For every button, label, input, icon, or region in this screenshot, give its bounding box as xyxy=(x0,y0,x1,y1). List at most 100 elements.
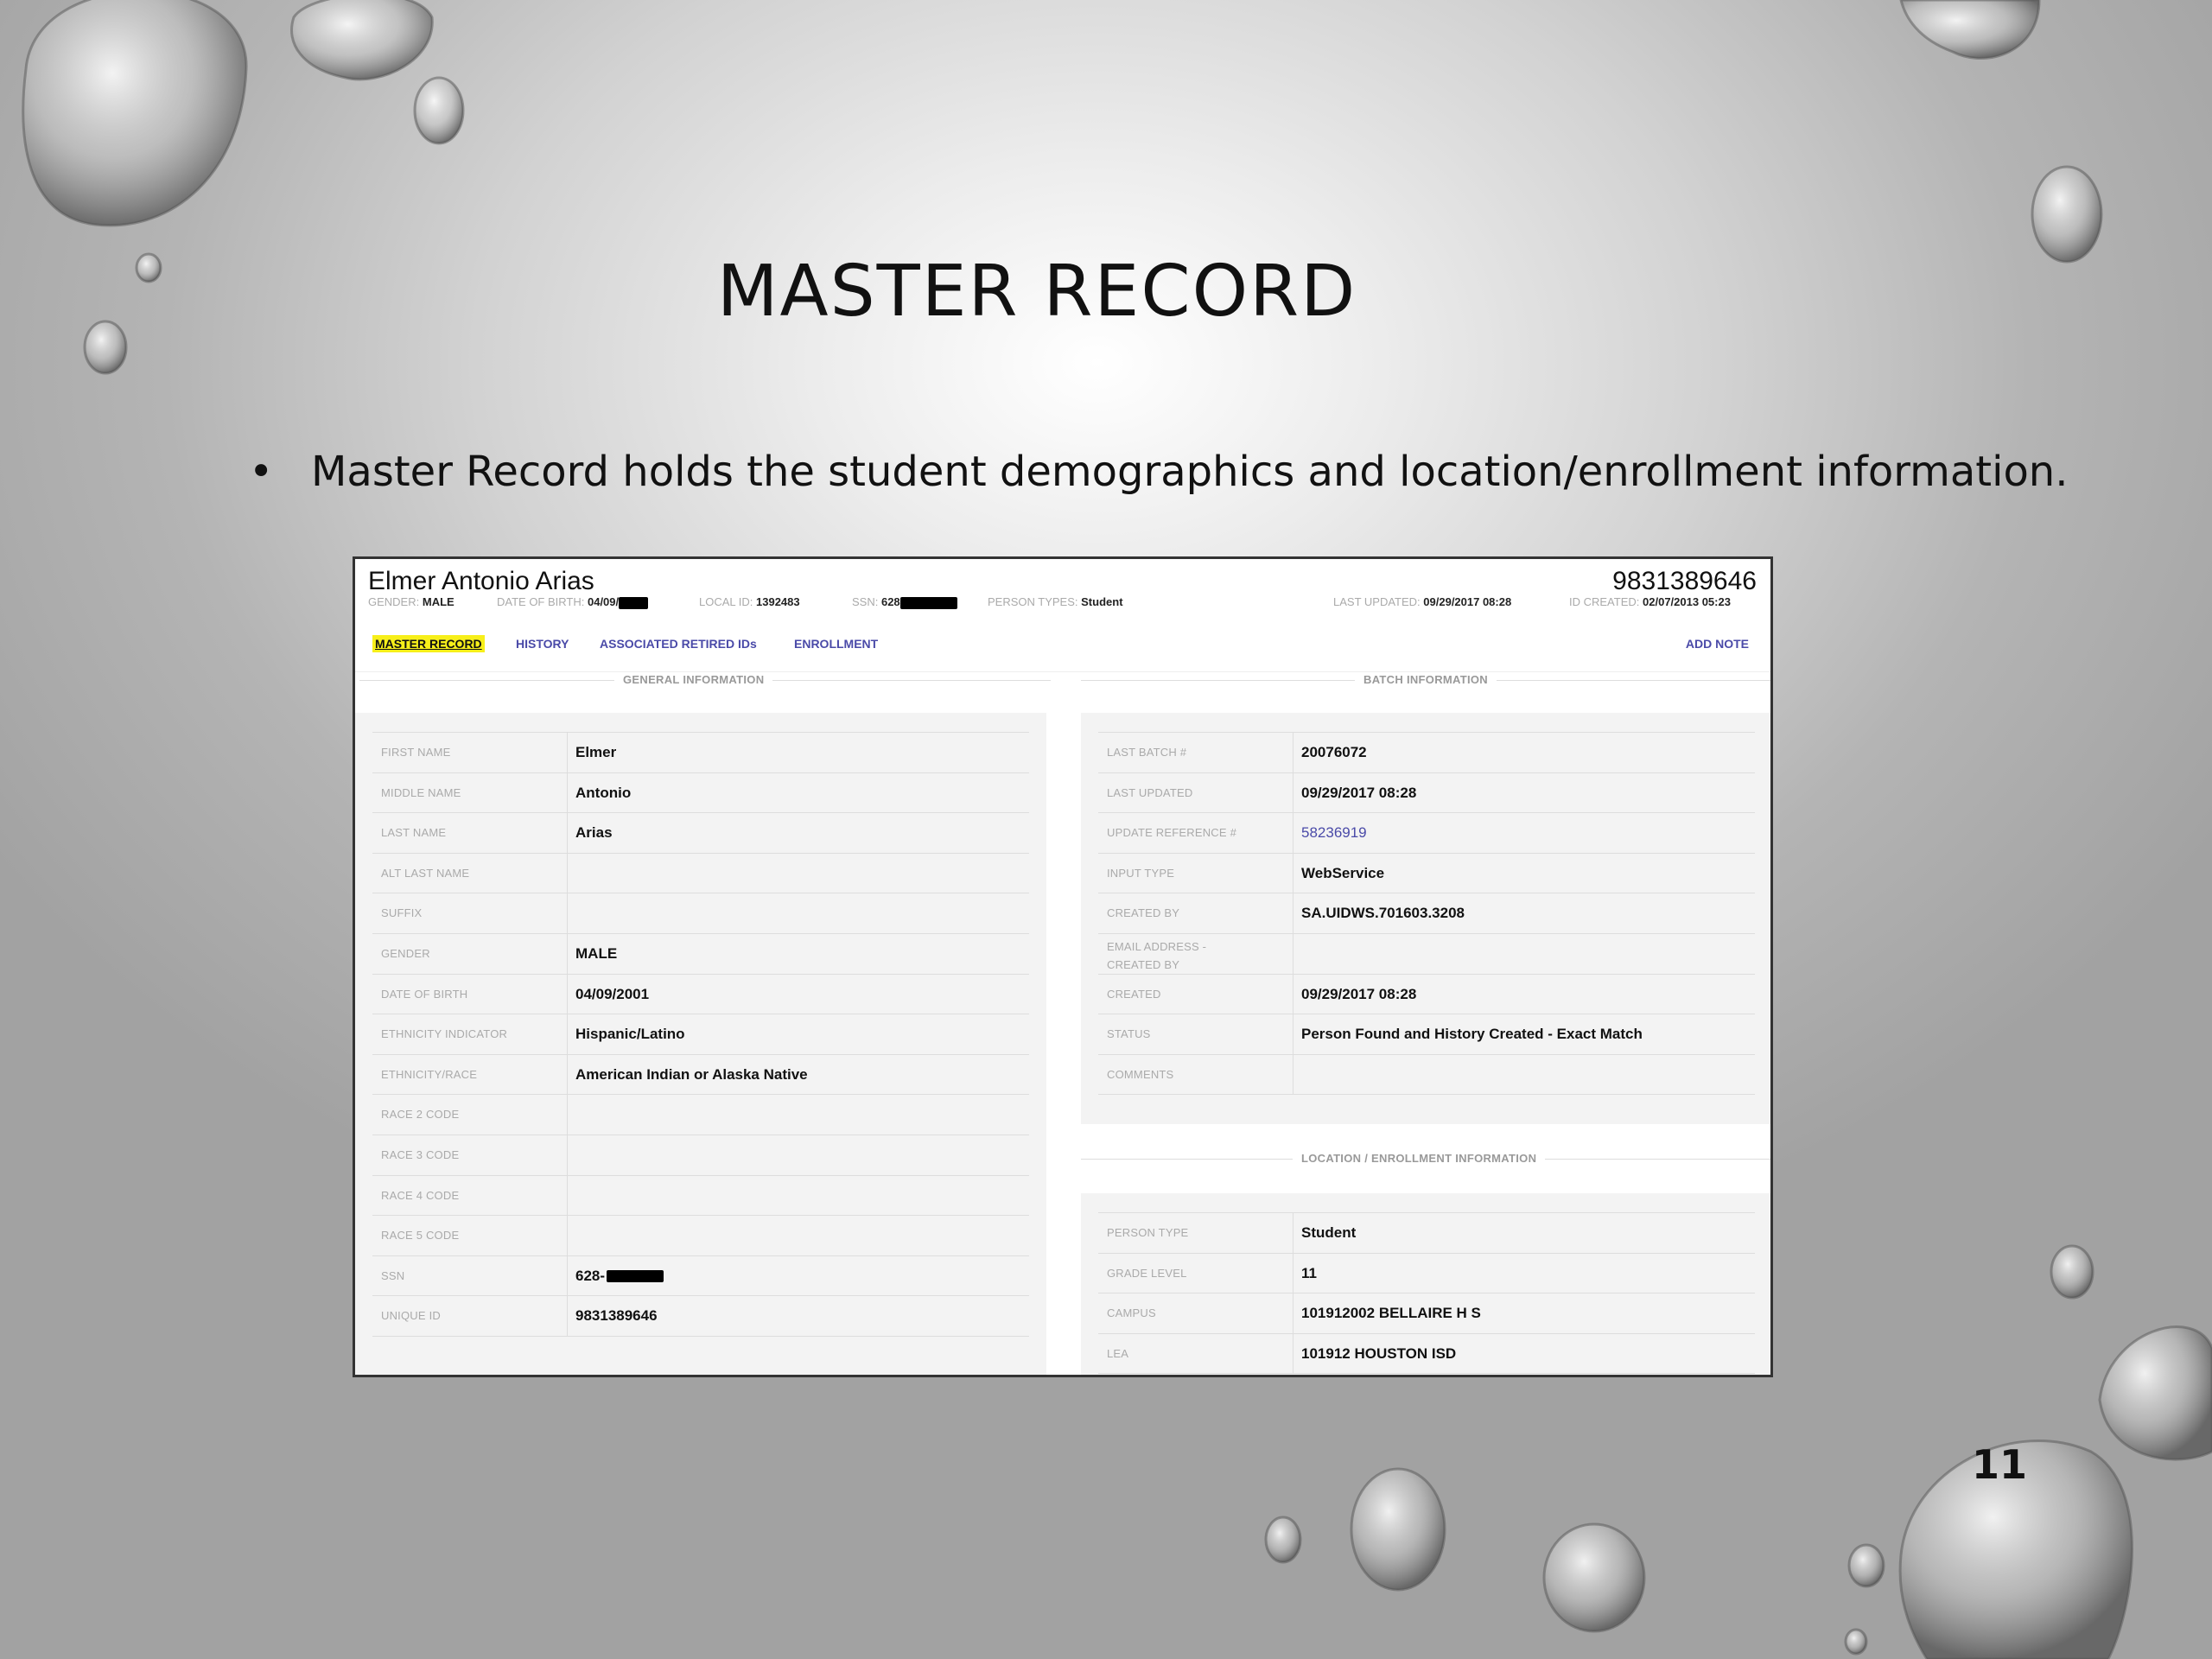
field-label: ALT LAST NAME xyxy=(381,866,470,880)
table-row: CREATED 09/29/2017 08:28 xyxy=(1098,973,1755,1014)
field-label: RACE 3 CODE xyxy=(381,1148,460,1161)
field-label: DATE OF BIRTH xyxy=(381,987,468,1001)
table-row: ALT LAST NAME xyxy=(372,852,1029,893)
column-divider xyxy=(567,1054,568,1095)
table-row: RACE 4 CODE xyxy=(372,1174,1029,1216)
column-divider xyxy=(567,893,568,934)
redaction-mark xyxy=(607,1269,664,1282)
field-label: RACE 5 CODE xyxy=(381,1229,460,1243)
table-row: INPUT TYPE WebService xyxy=(1098,852,1755,893)
column-divider xyxy=(567,733,568,772)
field-label: LEA xyxy=(1107,1346,1129,1360)
column-divider xyxy=(1293,1253,1294,1294)
table-row: LAST UPDATED 09/29/2017 08:28 xyxy=(1098,772,1755,813)
column-divider xyxy=(567,1014,568,1055)
field-label: CAMPUS xyxy=(1107,1306,1156,1320)
field-label: GENDER xyxy=(381,947,430,960)
location-enrollment-heading: LOCATION / ENROLLMENT INFORMATION xyxy=(1293,1152,1546,1165)
gender-meta: GENDER: MALE xyxy=(368,595,454,608)
table-row: PERSON TYPE Student xyxy=(1098,1212,1755,1253)
table-row: LAST NAME Arias xyxy=(372,812,1029,854)
column-divider xyxy=(1293,1294,1294,1334)
table-row: CAMPUS 101912002 BELLAIRE H S xyxy=(1098,1293,1755,1334)
table-row: SUFFIX xyxy=(372,893,1029,934)
table-bottom-rule xyxy=(1098,1094,1755,1096)
field-label: MIDDLE NAME xyxy=(381,785,461,799)
field-label: SSN xyxy=(381,1268,405,1282)
field-label: COMMENTS xyxy=(1107,1067,1174,1081)
field-value: 11 xyxy=(1301,1264,1317,1281)
column-divider xyxy=(567,1135,568,1175)
field-value-link[interactable]: 58236919 xyxy=(1301,824,1367,842)
column-divider xyxy=(567,1095,568,1135)
tab-history[interactable]: HISTORY xyxy=(513,635,571,652)
last-updated-meta: LAST UPDATED: 09/29/2017 08:28 xyxy=(1333,595,1512,608)
field-label: INPUT TYPE xyxy=(1107,866,1175,880)
master-record-screenshot: Elmer Antonio Arias 9831389646 GENDER: M… xyxy=(353,556,1773,1377)
table-row: RACE 3 CODE xyxy=(372,1135,1029,1175)
column-divider xyxy=(1293,974,1294,1014)
record-tabs: MASTER RECORD HISTORY ASSOCIATED RETIRED… xyxy=(355,623,1770,672)
person-name: Elmer Antonio Arias xyxy=(368,567,594,595)
dob-meta: DATE OF BIRTH: 04/09/ xyxy=(497,595,649,609)
column-divider xyxy=(1293,853,1294,893)
table-row: ETHNICITY INDICATOR Hispanic/Latino xyxy=(372,1014,1029,1055)
column-divider xyxy=(567,772,568,813)
column-divider xyxy=(1293,1014,1294,1055)
column-divider xyxy=(567,1216,568,1256)
table-row: LAST BATCH # 20076072 xyxy=(1098,732,1755,772)
table-row: CREATED BY SA.UIDWS.701603.3208 xyxy=(1098,893,1755,934)
field-label: LAST UPDATED xyxy=(1107,785,1193,799)
field-label: GRADE LEVEL xyxy=(1107,1266,1187,1280)
tab-enrollment[interactable]: ENROLLMENT xyxy=(791,635,880,652)
column-divider xyxy=(567,1255,568,1296)
ssn-meta: SSN: 628 xyxy=(852,595,957,609)
field-value: 101912002 BELLAIRE H S xyxy=(1301,1305,1481,1322)
batch-information-heading: BATCH INFORMATION xyxy=(1355,673,1497,686)
column-divider xyxy=(567,853,568,893)
field-value: SA.UIDWS.701603.3208 xyxy=(1301,905,1465,922)
table-row: RACE 5 CODE xyxy=(372,1215,1029,1256)
field-label: EMAIL ADDRESS - CREATED BY xyxy=(1107,940,1207,971)
field-value: Hispanic/Latino xyxy=(575,1026,685,1043)
field-value: MALE xyxy=(575,945,618,962)
column-divider xyxy=(1293,893,1294,934)
column-divider xyxy=(567,1175,568,1216)
column-divider xyxy=(567,974,568,1014)
field-value: WebService xyxy=(1301,864,1385,881)
tab-associated-retired-ids[interactable]: ASSOCIATED RETIRED IDs xyxy=(597,635,760,652)
field-label: ETHNICITY INDICATOR xyxy=(381,1027,508,1041)
person-unique-id: 9831389646 xyxy=(1612,567,1757,595)
column-divider xyxy=(567,1296,568,1337)
field-value: 09/29/2017 08:28 xyxy=(1301,784,1417,801)
field-label: FIRST NAME xyxy=(381,746,451,759)
bullet-text: Master Record holds the student demograp… xyxy=(311,448,2069,496)
add-note-link[interactable]: ADD NOTE xyxy=(1683,635,1751,652)
column-divider xyxy=(567,934,568,974)
person-types-meta: PERSON TYPES: Student xyxy=(988,595,1123,608)
column-divider xyxy=(1293,1213,1294,1253)
field-value: Student xyxy=(1301,1224,1357,1241)
redaction-mark xyxy=(619,596,649,609)
field-value: Arias xyxy=(575,824,613,842)
field-label: SUFFIX xyxy=(381,906,423,920)
column-divider xyxy=(1293,733,1294,772)
id-created-meta: ID CREATED: 02/07/2013 05:23 xyxy=(1569,595,1731,608)
field-label: RACE 4 CODE xyxy=(381,1188,460,1202)
field-value: American Indian or Alaska Native xyxy=(575,1065,808,1083)
field-value: 628- xyxy=(575,1267,606,1284)
table-row: GRADE LEVEL 11 xyxy=(1098,1252,1755,1294)
table-row: DATE OF BIRTH 04/09/2001 xyxy=(372,973,1029,1014)
column-divider xyxy=(1293,772,1294,813)
local-id-meta: LOCAL ID: 1392483 xyxy=(699,595,800,608)
column-divider xyxy=(1293,813,1294,854)
field-label: UPDATE REFERENCE # xyxy=(1107,826,1236,840)
field-label: LAST NAME xyxy=(381,826,447,840)
field-label: CREATED xyxy=(1107,987,1161,1001)
field-value: 101912 HOUSTON ISD xyxy=(1301,1344,1457,1362)
field-value: Antonio xyxy=(575,784,632,801)
table-bottom-rule xyxy=(1098,1373,1755,1375)
table-row: STATUS Person Found and History Created -… xyxy=(1098,1014,1755,1055)
tab-master-record[interactable]: MASTER RECORD xyxy=(372,635,485,652)
field-label: UNIQUE ID xyxy=(381,1309,441,1323)
